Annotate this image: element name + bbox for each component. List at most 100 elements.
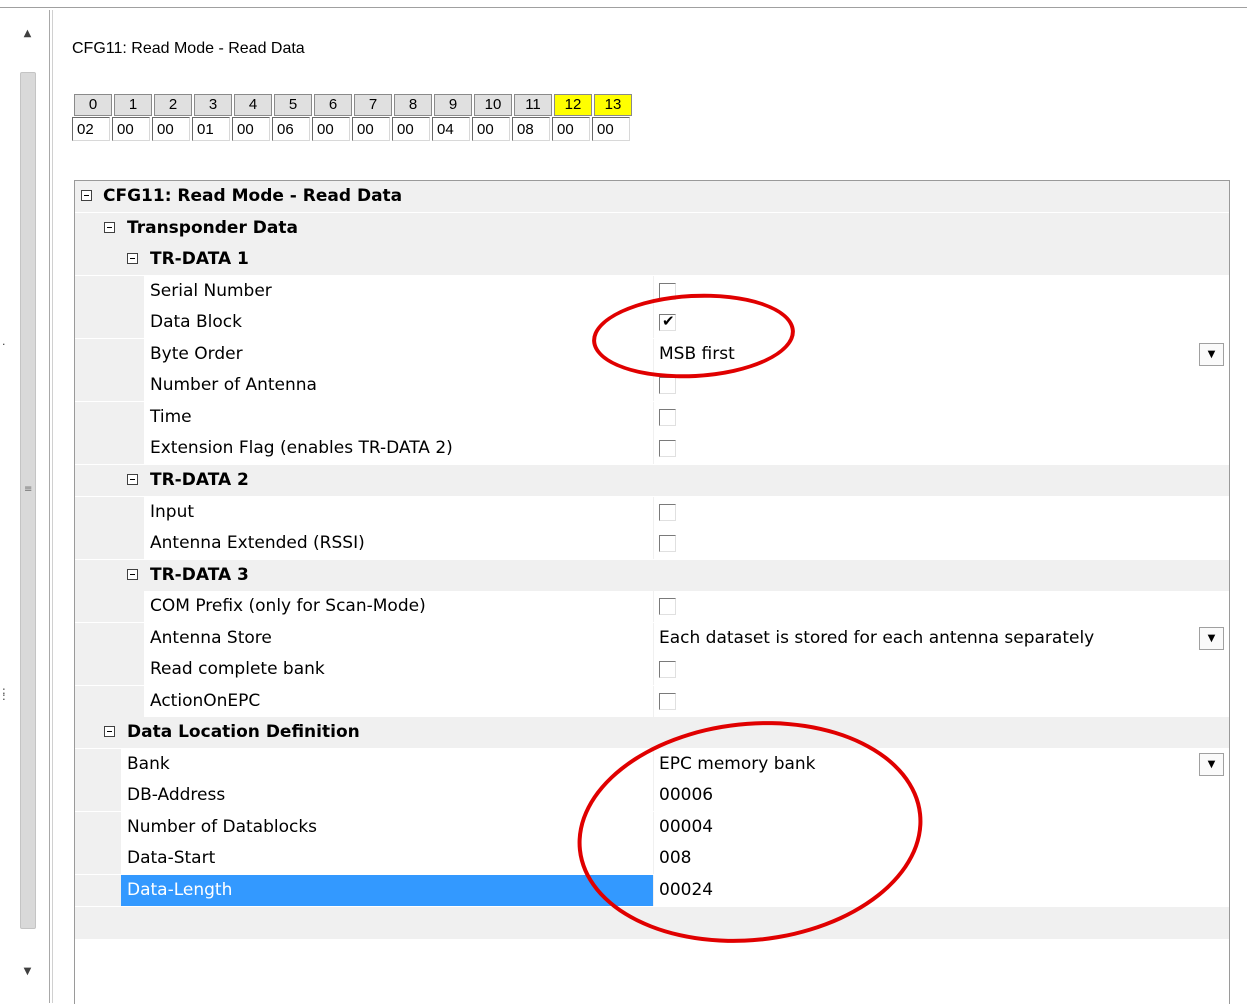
byte-cell: 0 02 <box>72 94 112 141</box>
byte-index: 10 <box>474 94 512 116</box>
byte-value-input[interactable]: 01 <box>192 117 230 141</box>
property-input[interactable]: Input <box>75 497 1229 529</box>
row-gutter <box>75 339 144 370</box>
scroll-up-arrow-icon[interactable]: ▲ <box>15 22 40 44</box>
row-gutter <box>75 780 121 811</box>
collapse-icon[interactable] <box>127 474 138 485</box>
byte-index: 7 <box>354 94 392 116</box>
byte-index: 1 <box>114 94 152 116</box>
category-root[interactable]: CFG11: Read Mode - Read Data <box>75 181 1229 213</box>
byte-value-input[interactable]: 08 <box>512 117 550 141</box>
byte-value-input[interactable]: 00 <box>152 117 190 141</box>
collapse-icon[interactable] <box>104 222 115 233</box>
row-gutter <box>75 875 121 906</box>
byte-cell: 8 00 <box>392 94 432 141</box>
antenna-store-value[interactable]: Each dataset is stored for each antenna … <box>659 623 1094 654</box>
category-data-location-definition[interactable]: Data Location Definition <box>75 717 1229 749</box>
byte-value-input[interactable]: 06 <box>272 117 310 141</box>
byte-cell: 4 00 <box>232 94 272 141</box>
property-label: Time <box>150 407 192 427</box>
antenna-extended-checkbox[interactable] <box>659 535 676 552</box>
row-gutter <box>75 433 144 464</box>
row-gutter <box>75 276 144 307</box>
byte-cell: 6 00 <box>312 94 352 141</box>
byte-value-input[interactable]: 00 <box>232 117 270 141</box>
dropdown-arrow-icon[interactable]: ▼ <box>1199 627 1224 650</box>
row-gutter <box>75 307 144 338</box>
byte-value-input[interactable]: 00 <box>552 117 590 141</box>
vertical-scrollbar[interactable]: ▲ ≡ ▼ <box>15 20 40 1003</box>
category-transponder-data[interactable]: Transponder Data <box>75 213 1229 245</box>
row-gutter <box>75 370 144 401</box>
byte-value-input[interactable]: 00 <box>112 117 150 141</box>
column-divider <box>653 623 654 654</box>
dropdown-arrow-icon[interactable]: ▼ <box>1199 343 1224 366</box>
byte-index: 11 <box>514 94 552 116</box>
property-label: Data-Length <box>127 880 233 900</box>
byte-value-input[interactable]: 00 <box>592 117 630 141</box>
top-border <box>0 7 1247 8</box>
property-label: Antenna Extended (RSSI) <box>150 533 365 553</box>
byte-value-input[interactable]: 00 <box>312 117 350 141</box>
byte-value-input[interactable]: 02 <box>72 117 110 141</box>
byte-value-input[interactable]: 00 <box>472 117 510 141</box>
column-divider <box>653 528 654 559</box>
column-divider <box>653 591 654 622</box>
property-label: Input <box>150 502 195 522</box>
splitter-grip[interactable]: :: <box>2 685 8 702</box>
row-gutter <box>75 654 144 685</box>
property-label: Extension Flag (enables TR-DATA 2) <box>150 438 453 458</box>
row-gutter <box>75 402 144 433</box>
property-extension-flag[interactable]: Extension Flag (enables TR-DATA 2) <box>75 433 1229 465</box>
byte-index: 12 <box>554 94 592 116</box>
dropdown-arrow-icon[interactable]: ▼ <box>1199 753 1224 776</box>
collapse-icon[interactable] <box>81 190 92 201</box>
byte-cell: 3 01 <box>192 94 232 141</box>
scroll-down-arrow-icon[interactable]: ▼ <box>15 960 40 982</box>
com-prefix-checkbox[interactable] <box>659 598 676 615</box>
category-root-label: CFG11: Read Mode - Read Data <box>103 186 403 206</box>
collapse-icon[interactable] <box>127 253 138 264</box>
byte-value-input[interactable]: 00 <box>392 117 430 141</box>
action-on-epc-checkbox[interactable] <box>659 693 676 710</box>
byte-cell: 2 00 <box>152 94 192 141</box>
byte-cell: 1 00 <box>112 94 152 141</box>
byte-value-input[interactable]: 04 <box>432 117 470 141</box>
property-antenna-extended[interactable]: Antenna Extended (RSSI) <box>75 528 1229 560</box>
category-tr-data-1[interactable]: TR-DATA 1 <box>75 244 1229 276</box>
property-label: Byte Order <box>150 344 243 364</box>
byte-index: 4 <box>234 94 272 116</box>
property-label: DB-Address <box>127 785 226 805</box>
property-label: ActionOnEPC <box>150 691 261 711</box>
column-divider <box>653 402 654 433</box>
property-action-on-epc[interactable]: ActionOnEPC <box>75 686 1229 718</box>
property-label: Number of Antenna <box>150 375 317 395</box>
row-gutter <box>75 497 144 528</box>
property-com-prefix[interactable]: COM Prefix (only for Scan-Mode) <box>75 591 1229 623</box>
byte-index: 0 <box>74 94 112 116</box>
input-checkbox[interactable] <box>659 504 676 521</box>
property-label: Serial Number <box>150 281 272 301</box>
category-tr-data-3-label: TR-DATA 3 <box>150 565 249 585</box>
scroll-thumb[interactable]: ≡ <box>20 72 36 929</box>
byte-cell: 13 00 <box>592 94 632 141</box>
collapse-icon[interactable] <box>104 726 115 737</box>
property-label: Antenna Store <box>150 628 272 648</box>
category-tr-data-2-label: TR-DATA 2 <box>150 470 249 490</box>
byte-value-input[interactable]: 00 <box>352 117 390 141</box>
number-of-antenna-checkbox[interactable] <box>659 377 676 394</box>
row-gutter <box>75 623 144 654</box>
read-complete-bank-checkbox[interactable] <box>659 661 676 678</box>
property-read-complete-bank[interactable]: Read complete bank <box>75 654 1229 686</box>
grip-icon: ≡ <box>24 484 33 495</box>
collapse-icon[interactable] <box>127 569 138 580</box>
category-tr-data-2[interactable]: TR-DATA 2 <box>75 465 1229 497</box>
extension-flag-checkbox[interactable] <box>659 440 676 457</box>
property-antenna-store[interactable]: Antenna Store Each dataset is stored for… <box>75 623 1229 655</box>
category-transponder-data-label: Transponder Data <box>127 218 298 238</box>
row-gutter <box>75 843 121 874</box>
time-checkbox[interactable] <box>659 409 676 426</box>
byte-index: 13 <box>594 94 632 116</box>
category-tr-data-3[interactable]: TR-DATA 3 <box>75 560 1229 592</box>
property-time[interactable]: Time <box>75 402 1229 434</box>
